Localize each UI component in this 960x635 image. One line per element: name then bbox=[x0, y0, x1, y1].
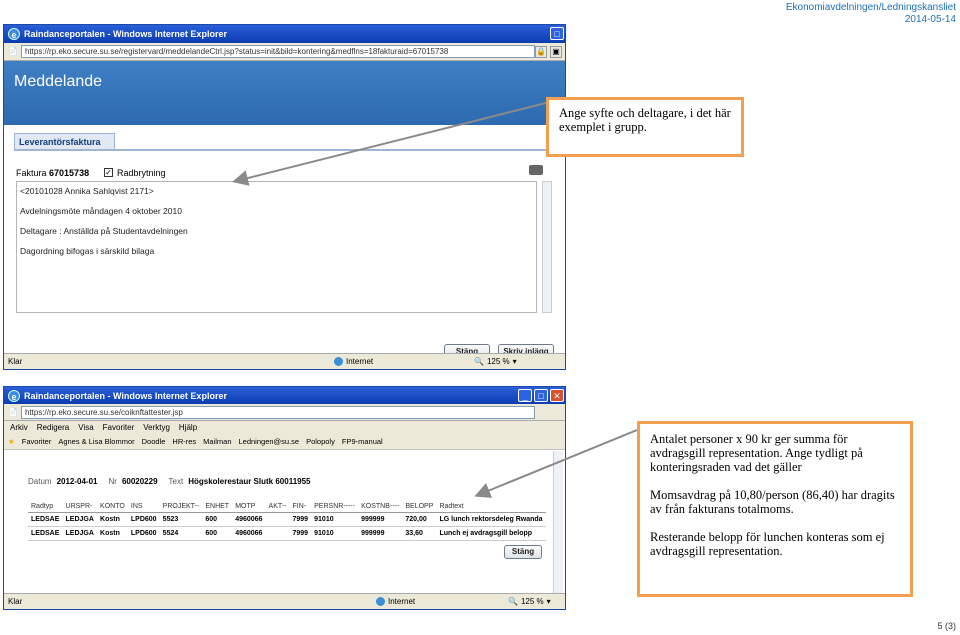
arrow-to-table bbox=[474, 429, 638, 498]
annotation-arrows bbox=[232, 102, 638, 498]
page-number: 5 (3) bbox=[937, 621, 956, 631]
arrow-to-message bbox=[232, 102, 547, 186]
